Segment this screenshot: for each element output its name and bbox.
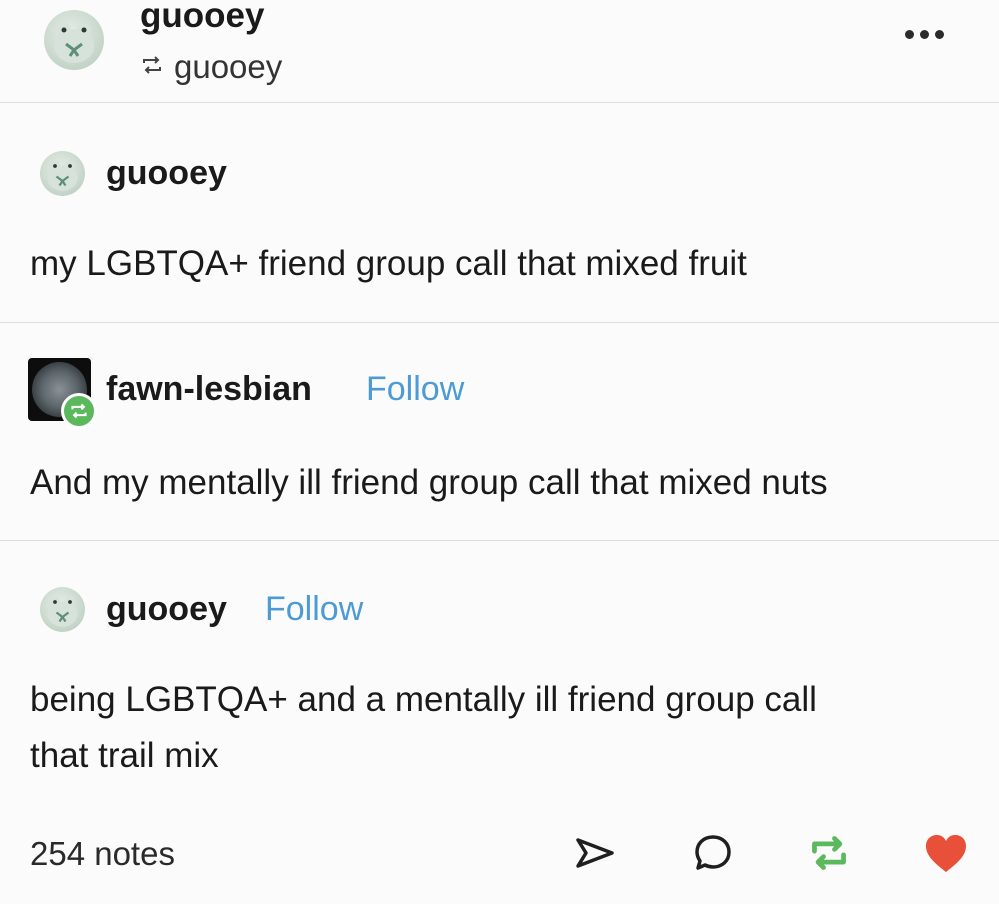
follow-button[interactable]: Follow	[366, 370, 464, 409]
post-username[interactable]: guooey	[106, 590, 227, 629]
frog-avatar-icon	[47, 596, 78, 627]
avatar[interactable]	[40, 151, 85, 196]
like-icon[interactable]	[921, 828, 971, 878]
comment-icon[interactable]	[688, 828, 738, 878]
more-options-icon[interactable]	[905, 30, 944, 39]
post-text: And my mentally ill friend group call th…	[30, 463, 828, 502]
avatar[interactable]	[40, 587, 85, 632]
follow-button[interactable]: Follow	[265, 590, 363, 629]
frog-avatar-icon	[54, 23, 94, 63]
post-text-line2: that trail mix	[30, 736, 219, 775]
avatar[interactable]	[44, 10, 104, 70]
share-icon[interactable]	[570, 828, 620, 878]
post-text: my LGBTQA+ friend group call that mixed …	[30, 244, 747, 283]
divider	[0, 322, 999, 323]
reblog-source-name: guooey	[174, 48, 283, 85]
divider	[0, 540, 999, 541]
reblog-badge-icon	[61, 393, 97, 429]
post-username[interactable]: fawn-lesbian	[106, 370, 312, 409]
reblog-icon[interactable]	[804, 828, 854, 878]
notes-count[interactable]: 254 notes	[30, 835, 175, 873]
reblog-source[interactable]: guooey	[140, 48, 282, 86]
divider	[0, 102, 999, 103]
header-username[interactable]: guooey	[140, 0, 264, 36]
frog-avatar-icon	[47, 160, 78, 191]
reblog-small-icon	[140, 54, 164, 81]
post-text-line1: being LGBTQA+ and a mentally ill friend …	[30, 680, 817, 719]
post-username[interactable]: guooey	[106, 154, 227, 193]
